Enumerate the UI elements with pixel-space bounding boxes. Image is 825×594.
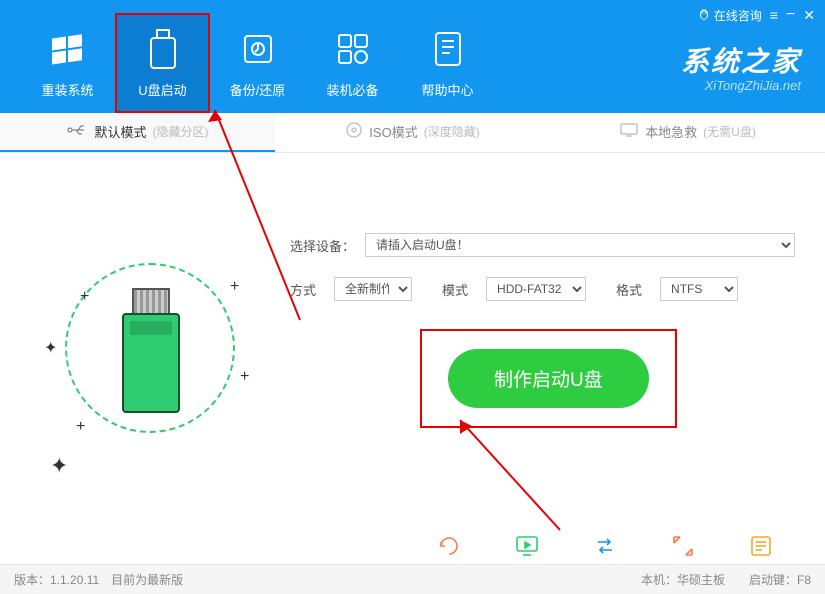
device-label: 选择设备： [290, 236, 355, 255]
tab-label: 默认模式 [94, 122, 146, 141]
usb-icon [147, 28, 179, 70]
format-label: 格式 [616, 280, 642, 299]
create-usb-button[interactable]: 制作启动U盘 [448, 349, 649, 408]
device-select[interactable]: 请插入启动U盘！ [365, 233, 795, 257]
space-icon [670, 533, 696, 559]
convert-icon [592, 533, 618, 559]
nav-label: 装机必备 [326, 80, 378, 99]
header: 在线咨询 ≡ − ✕ 重装系统 U盘启动 备份/还原 [0, 0, 825, 113]
usb-illustration: ✦ + + + + ✦ [10, 183, 290, 513]
backup-icon [239, 28, 277, 70]
tab-sublabel: (无需U盘) [703, 123, 756, 140]
mode-label: 模式 [442, 280, 468, 299]
tab-label: ISO模式 [369, 122, 417, 141]
monitor-icon [619, 122, 639, 141]
tab-default-mode[interactable]: 默认模式 (隐藏分区) [0, 113, 275, 152]
menu-icon[interactable]: ≡ [770, 7, 778, 23]
online-consult[interactable]: 在线咨询 [697, 7, 762, 24]
content: ✦ + + + + ✦ 选择设备： 请插入启动U盘！ 方式 全新制作 模式 HD… [0, 153, 825, 523]
version-text: 版本：1.1.20.11 目前为最新版 [14, 571, 183, 588]
nav-reinstall[interactable]: 重装系统 [20, 13, 115, 113]
iso-icon [345, 121, 363, 142]
minimize-icon[interactable]: − [786, 6, 795, 24]
machine-text: 本机：华硕主板 [641, 571, 725, 588]
nav-help[interactable]: 帮助中心 [400, 13, 495, 113]
windows-icon [48, 28, 88, 70]
device-row: 选择设备： 请插入启动U盘！ [290, 233, 795, 257]
brand-url: XiTongZhiJia.net [681, 78, 801, 93]
apps-icon [335, 28, 371, 70]
settings-icon [748, 533, 774, 559]
tab-sublabel: (深度隐藏) [424, 123, 480, 140]
tab-sublabel: (隐藏分区) [153, 123, 209, 140]
nav-usbboot[interactable]: U盘启动 [115, 13, 210, 113]
create-button-highlight: 制作启动U盘 [420, 329, 677, 428]
brand-title: 系统之家 [681, 40, 801, 80]
brand: 系统之家 XiTongZhiJia.net [681, 40, 801, 93]
mode-select[interactable]: HDD-FAT32 [486, 277, 586, 301]
nav-label: 重装系统 [41, 80, 93, 99]
usb-small-icon [66, 122, 88, 141]
titlebar: 在线咨询 ≡ − ✕ [697, 6, 815, 24]
form-area: 选择设备： 请插入启动U盘！ 方式 全新制作 模式 HDD-FAT32 格式 N… [290, 183, 795, 513]
nav-label: U盘启动 [138, 80, 186, 99]
method-select[interactable]: 全新制作 [334, 277, 412, 301]
nav-apps[interactable]: 装机必备 [305, 13, 400, 113]
mode-tabs: 默认模式 (隐藏分区) ISO模式 (深度隐藏) 本地急救 (无需U盘) [0, 113, 825, 153]
tab-iso-mode[interactable]: ISO模式 (深度隐藏) [275, 113, 550, 152]
format-select[interactable]: NTFS [660, 277, 738, 301]
tab-label: 本地急救 [645, 122, 697, 141]
method-label: 方式 [290, 280, 316, 299]
tab-local-mode[interactable]: 本地急救 (无需U盘) [550, 113, 825, 152]
help-icon [432, 28, 464, 70]
close-icon[interactable]: ✕ [803, 7, 815, 24]
nav-backup[interactable]: 备份/还原 [210, 13, 305, 113]
options-row: 方式 全新制作 模式 HDD-FAT32 格式 NTFS [290, 277, 795, 301]
footer: 版本：1.1.20.11 目前为最新版 本机：华硕主板 启动键：F8 [0, 564, 825, 594]
consult-label: 在线咨询 [714, 7, 762, 24]
bootkey-text: 启动键：F8 [749, 571, 811, 588]
nav-label: 帮助中心 [421, 80, 473, 99]
simulate-icon [514, 533, 540, 559]
nav-label: 备份/还原 [230, 80, 286, 99]
restore-icon [436, 533, 462, 559]
penguin-icon [697, 7, 711, 24]
